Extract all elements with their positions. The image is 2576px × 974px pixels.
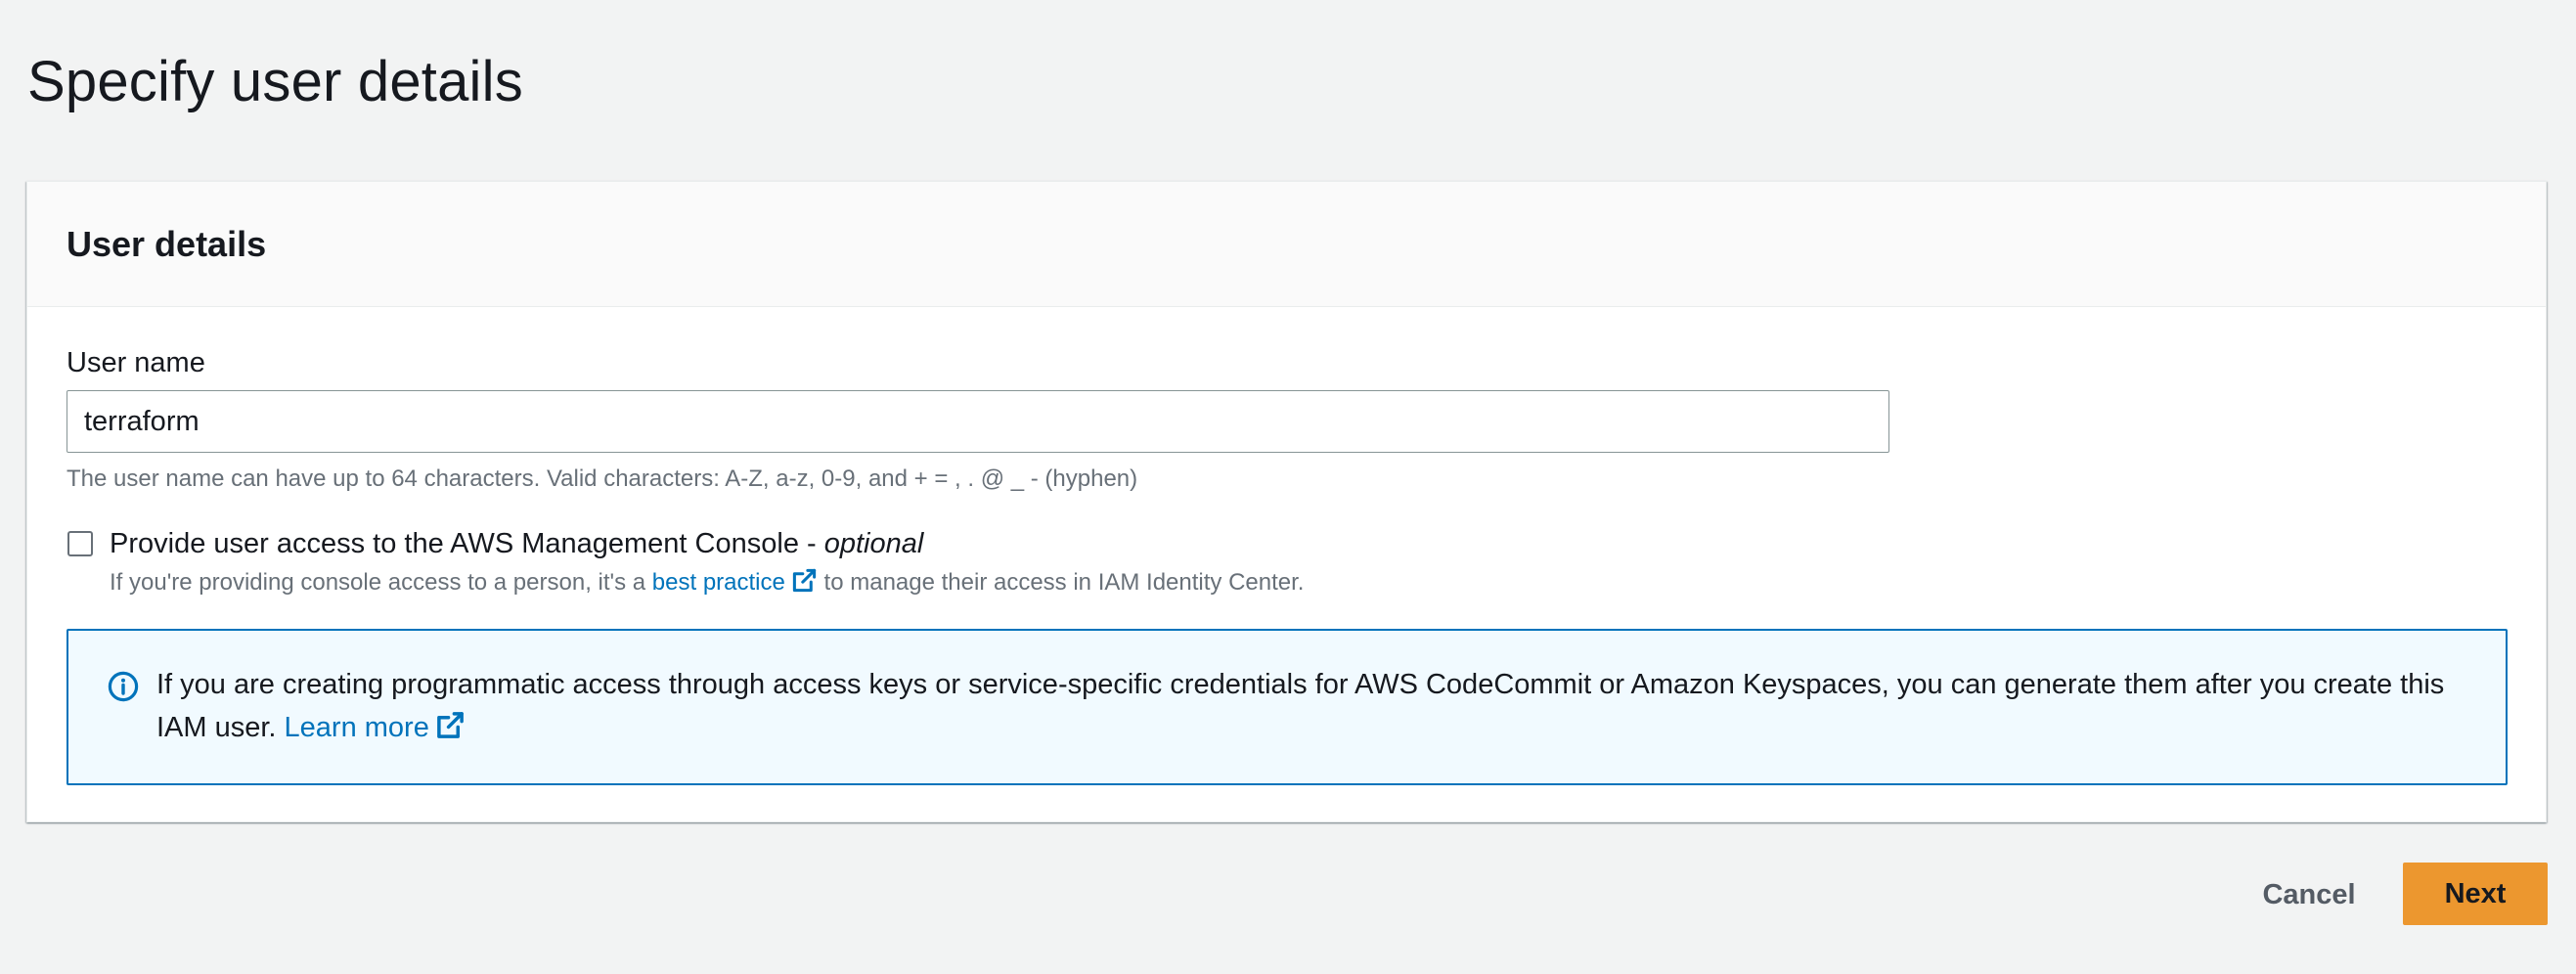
cancel-button[interactable]: Cancel — [2236, 863, 2382, 927]
console-access-checkbox[interactable] — [67, 531, 93, 556]
console-access-desc-before: If you're providing console access to a … — [110, 569, 652, 596]
best-practice-link[interactable]: best practice — [651, 568, 818, 596]
external-link-icon — [792, 568, 817, 593]
console-access-label[interactable]: Provide user access to the AWS Managemen… — [110, 524, 923, 563]
next-button[interactable]: Next — [2403, 863, 2548, 925]
page-title: Specify user details — [27, 50, 523, 113]
info-alert-text: If you are creating programmatic access … — [156, 663, 2474, 749]
user-name-input[interactable] — [67, 390, 1889, 453]
info-alert-message: If you are creating programmatic access … — [156, 669, 2445, 743]
console-access-label-text: Provide user access to the AWS Managemen… — [110, 528, 824, 559]
info-circle-icon — [108, 671, 139, 702]
best-practice-link-text: best practice — [651, 569, 785, 596]
optional-tag: optional — [823, 528, 924, 559]
external-link-icon — [436, 712, 464, 738]
user-name-label: User name — [67, 347, 205, 378]
learn-more-link[interactable]: Learn more — [285, 712, 466, 743]
info-alert: If you are creating programmatic access … — [67, 629, 2508, 785]
console-access-description: If you're providing console access to a … — [110, 565, 1304, 600]
learn-more-link-text: Learn more — [284, 712, 429, 743]
console-access-desc-after: to manage their access in IAM Identity C… — [817, 569, 1305, 596]
user-details-panel: User details User name The user name can… — [26, 181, 2547, 822]
panel-title: User details — [67, 224, 267, 264]
user-name-hint: The user name can have up to 64 characte… — [67, 465, 1138, 492]
panel-header: User details — [27, 182, 2546, 307]
